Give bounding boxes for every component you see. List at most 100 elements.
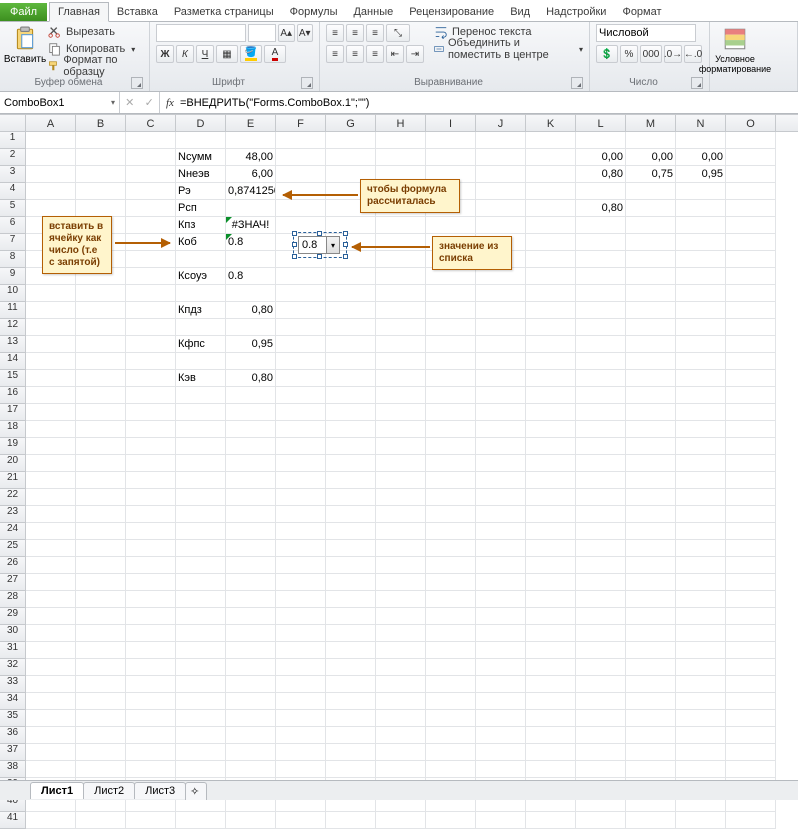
cell[interactable] — [126, 285, 176, 302]
cell[interactable] — [426, 642, 476, 659]
cell[interactable] — [226, 761, 276, 778]
cell[interactable] — [476, 710, 526, 727]
cell[interactable] — [276, 353, 326, 370]
tab-view[interactable]: Вид — [502, 3, 538, 21]
cell[interactable] — [26, 540, 76, 557]
cell[interactable] — [176, 132, 226, 149]
cell[interactable] — [76, 183, 126, 200]
cell[interactable] — [276, 557, 326, 574]
row-header[interactable]: 18 — [0, 421, 26, 438]
cell[interactable] — [26, 625, 76, 642]
cell[interactable] — [626, 608, 676, 625]
decrease-indent-button[interactable]: ⇤ — [386, 45, 404, 63]
merge-center-button[interactable]: Объединить и поместить в центре▾ — [434, 41, 583, 57]
cell[interactable] — [676, 489, 726, 506]
cell[interactable] — [376, 404, 426, 421]
cell[interactable] — [326, 404, 376, 421]
cell[interactable] — [726, 761, 776, 778]
cell[interactable] — [726, 693, 776, 710]
cell[interactable] — [126, 642, 176, 659]
cell[interactable] — [326, 608, 376, 625]
cell[interactable] — [676, 268, 726, 285]
cell[interactable] — [526, 268, 576, 285]
cell[interactable] — [426, 591, 476, 608]
cell[interactable] — [276, 744, 326, 761]
clipboard-launcher[interactable] — [131, 77, 143, 89]
cell[interactable]: 0,75 — [626, 166, 676, 183]
row-header[interactable]: 21 — [0, 472, 26, 489]
cell[interactable] — [476, 574, 526, 591]
cell[interactable] — [476, 642, 526, 659]
cell[interactable] — [676, 625, 726, 642]
cell[interactable] — [426, 132, 476, 149]
cell[interactable] — [26, 489, 76, 506]
cell[interactable] — [376, 132, 426, 149]
cell[interactable] — [26, 387, 76, 404]
cell[interactable] — [176, 421, 226, 438]
cell[interactable] — [126, 353, 176, 370]
cell[interactable] — [276, 336, 326, 353]
cell[interactable] — [126, 540, 176, 557]
currency-button[interactable]: 💲 — [596, 45, 618, 63]
col-header[interactable]: E — [226, 115, 276, 131]
cell[interactable] — [326, 625, 376, 642]
cell[interactable] — [576, 557, 626, 574]
cell[interactable] — [326, 319, 376, 336]
row-header[interactable]: 12 — [0, 319, 26, 336]
cell[interactable] — [476, 761, 526, 778]
cell[interactable] — [326, 744, 376, 761]
row-header[interactable]: 22 — [0, 489, 26, 506]
cell[interactable] — [576, 489, 626, 506]
cell[interactable] — [276, 387, 326, 404]
cell[interactable] — [276, 200, 326, 217]
cell[interactable] — [526, 727, 576, 744]
cell[interactable] — [476, 370, 526, 387]
cell[interactable] — [726, 540, 776, 557]
cell[interactable] — [626, 676, 676, 693]
cell[interactable] — [576, 591, 626, 608]
cell[interactable] — [726, 812, 776, 829]
cell[interactable] — [726, 132, 776, 149]
cell[interactable] — [526, 676, 576, 693]
cell[interactable] — [626, 438, 676, 455]
cell[interactable] — [76, 149, 126, 166]
cell[interactable]: Коб — [176, 234, 226, 251]
col-header[interactable]: K — [526, 115, 576, 131]
percent-button[interactable]: % — [620, 45, 638, 63]
cell[interactable] — [526, 234, 576, 251]
col-header[interactable]: O — [726, 115, 776, 131]
col-header[interactable]: L — [576, 115, 626, 131]
cell[interactable] — [726, 149, 776, 166]
cell[interactable]: Рэ — [176, 183, 226, 200]
cell[interactable] — [76, 285, 126, 302]
cell[interactable] — [26, 744, 76, 761]
font-color-button[interactable]: A — [264, 45, 286, 63]
cell[interactable] — [476, 200, 526, 217]
row-header[interactable]: 17 — [0, 404, 26, 421]
name-box[interactable]: ComboBox1 ▾ — [0, 92, 120, 113]
cell[interactable] — [576, 268, 626, 285]
cell[interactable] — [626, 506, 676, 523]
cell[interactable] — [76, 302, 126, 319]
cell[interactable] — [676, 506, 726, 523]
cell[interactable] — [126, 591, 176, 608]
cell[interactable]: #ЗНАЧ! — [226, 217, 276, 234]
cell[interactable] — [576, 455, 626, 472]
cell[interactable] — [176, 285, 226, 302]
cell[interactable]: 0,00 — [626, 149, 676, 166]
cell[interactable] — [226, 506, 276, 523]
cell[interactable] — [26, 557, 76, 574]
cell[interactable] — [226, 557, 276, 574]
cell[interactable] — [376, 591, 426, 608]
col-header[interactable]: F — [276, 115, 326, 131]
cell[interactable] — [176, 625, 226, 642]
cell[interactable] — [376, 455, 426, 472]
cell[interactable] — [126, 166, 176, 183]
cell[interactable] — [376, 336, 426, 353]
cell[interactable] — [576, 421, 626, 438]
cell[interactable]: 0,00 — [576, 149, 626, 166]
cell[interactable] — [76, 336, 126, 353]
cancel-formula-button[interactable]: ✕ — [125, 96, 134, 109]
cell[interactable] — [426, 489, 476, 506]
cell[interactable] — [526, 659, 576, 676]
